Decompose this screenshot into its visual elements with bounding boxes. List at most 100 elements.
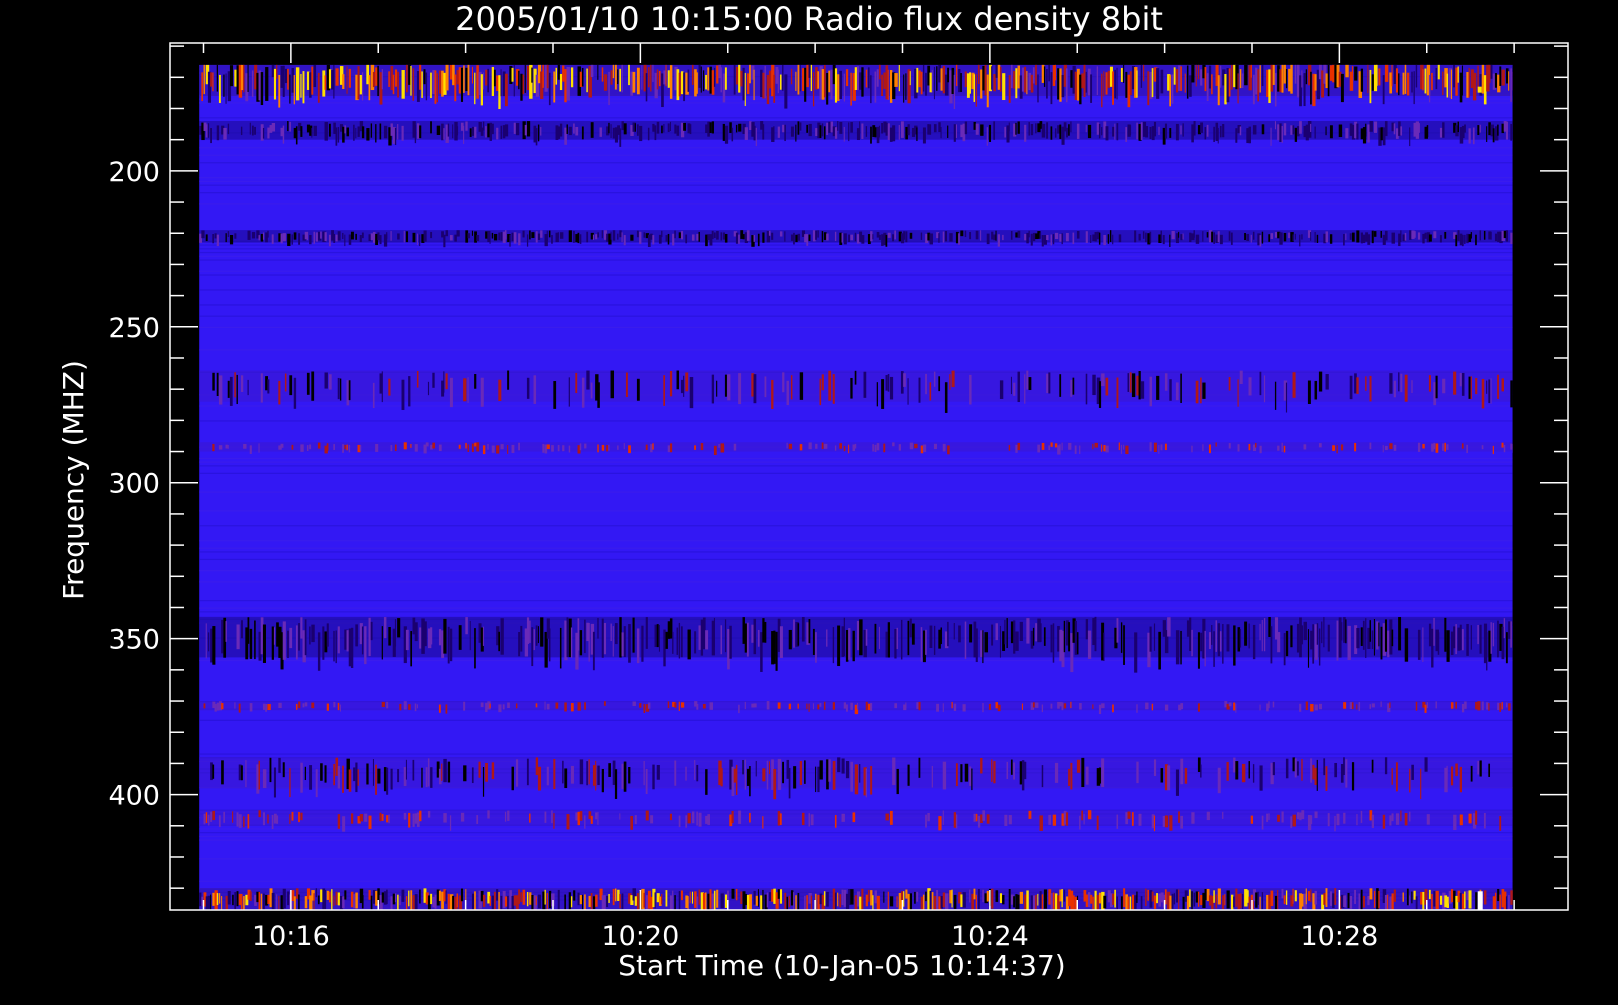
band-stripe (342, 896, 345, 909)
band-stripe (507, 702, 510, 709)
band-stripe (1274, 381, 1277, 410)
band-stripe (709, 889, 712, 909)
band-stripe (676, 370, 680, 390)
band-stripe (656, 69, 659, 90)
band-stripe (1131, 812, 1134, 826)
band-stripe (920, 232, 923, 240)
band-stripe (663, 124, 665, 133)
band-stripe (430, 893, 433, 905)
band-stripe (1241, 763, 1246, 783)
band-stripe (1446, 630, 1450, 662)
band-stripe (1345, 759, 1348, 788)
band-stripe (240, 620, 243, 639)
band-stripe (366, 128, 370, 141)
band-stripe (1193, 230, 1195, 238)
band-stripe (588, 759, 590, 785)
band-stripe (1367, 124, 1370, 143)
band-stripe (793, 232, 795, 245)
band-stripe (980, 230, 982, 241)
band-stripe (1481, 445, 1484, 450)
band-stripe (337, 626, 340, 654)
band-stripe (480, 377, 484, 407)
band-stripe (562, 65, 565, 82)
band-stripe (964, 621, 967, 659)
band-stripe (430, 231, 433, 239)
band-stripe (227, 380, 230, 398)
band-stripe (980, 757, 983, 774)
band-stripe (698, 231, 700, 242)
band-stripe (1301, 625, 1304, 645)
band-stripe (1505, 121, 1509, 140)
band-stripe (344, 444, 347, 450)
band-stripe (764, 65, 766, 99)
band-stripe (509, 234, 511, 247)
band-stripe (397, 71, 399, 98)
band-stripe (498, 631, 501, 652)
band-stripe (597, 64, 599, 80)
band-stripe (771, 379, 774, 409)
band-stripe (581, 126, 584, 140)
band-stripe (1112, 71, 1114, 105)
band-stripe (1301, 894, 1304, 907)
band-stripe (403, 442, 407, 450)
band-stripe (1145, 888, 1147, 907)
band-stripe (740, 891, 743, 905)
band-stripe (304, 896, 308, 909)
band-stripe (544, 889, 546, 905)
band-stripe (463, 65, 465, 93)
band-stripe (557, 64, 560, 80)
band-stripe (449, 815, 452, 831)
band-stripe (944, 231, 948, 242)
texture-line (199, 719, 1513, 721)
band-stripe (955, 763, 958, 787)
band-stripe (1021, 67, 1025, 92)
band-stripe (927, 812, 930, 822)
band-stripe (1090, 894, 1093, 904)
band-stripe (984, 632, 989, 653)
band-stripe (1127, 811, 1131, 819)
band-stripe (1268, 617, 1271, 637)
band-stripe (720, 625, 722, 655)
band-stripe (1112, 234, 1114, 245)
band-stripe (1417, 442, 1421, 452)
band-stripe (680, 231, 684, 240)
band-stripe (705, 769, 708, 795)
band-stripe (425, 72, 428, 101)
band-stripe (1046, 234, 1049, 241)
band-stripe (636, 124, 639, 136)
band-stripe (1455, 67, 1458, 96)
band-stripe (375, 443, 379, 452)
band-stripe (617, 445, 619, 450)
band-stripe (577, 618, 580, 651)
band-stripe (1127, 373, 1130, 392)
band-stripe (1114, 69, 1117, 99)
band-stripe (1200, 377, 1202, 404)
band-stripe (724, 619, 727, 653)
band-stripe (986, 74, 989, 108)
band-stripe (324, 765, 327, 783)
band-stripe (755, 760, 757, 777)
band-stripe (1314, 380, 1318, 400)
band-stripe (1424, 68, 1427, 94)
band-stripe (287, 891, 290, 906)
band-stripe (1391, 629, 1394, 647)
band-stripe (1274, 895, 1278, 910)
band-stripe (713, 617, 715, 648)
band-stripe (678, 622, 681, 659)
band-stripe (1094, 890, 1097, 910)
band-stripe (577, 702, 581, 711)
band-stripe (878, 626, 880, 649)
band-stripe (625, 372, 628, 397)
band-stripe (496, 445, 500, 454)
band-stripe (610, 370, 615, 399)
band-stripe (361, 626, 364, 655)
band-stripe (1061, 702, 1064, 711)
band-stripe (1255, 442, 1257, 448)
band-stripe (511, 444, 515, 454)
band-stripe (905, 889, 908, 899)
band-stripe (300, 617, 303, 639)
band-stripe (438, 629, 442, 646)
band-stripe (570, 703, 574, 712)
band-stripe (689, 891, 691, 904)
band-stripe (971, 768, 973, 791)
